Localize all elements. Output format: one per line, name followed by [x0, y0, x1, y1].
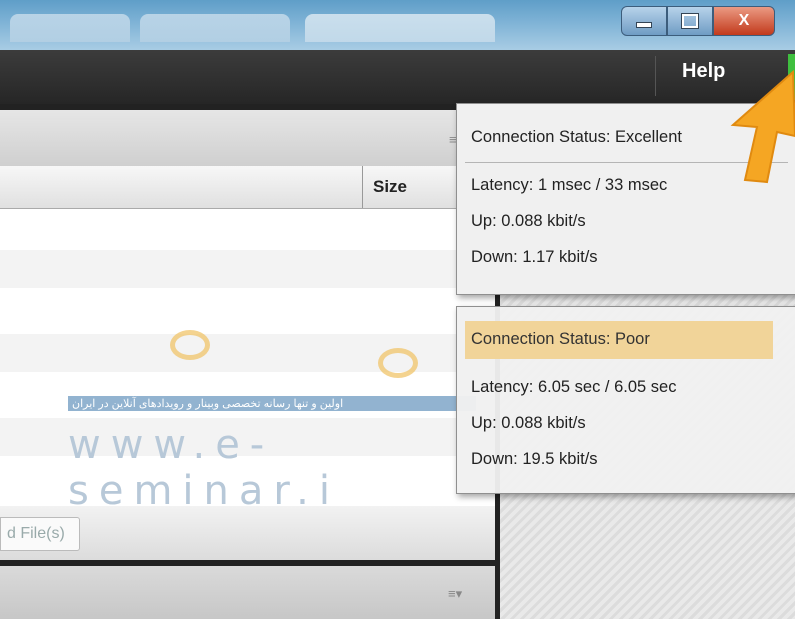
latency-value: Latency: 6.05 sec / 6.05 sec — [471, 378, 677, 396]
watermark-ring — [378, 348, 418, 378]
files-pod-header: ≡ — [0, 110, 495, 166]
maximize-button[interactable] — [667, 6, 713, 36]
close-icon: X — [738, 12, 750, 29]
minimize-button[interactable] — [621, 6, 667, 36]
column-size-header[interactable]: Size — [373, 177, 407, 197]
column-separator[interactable] — [362, 166, 363, 208]
menu-divider — [655, 56, 656, 96]
upload-rate: Up: 0.088 kbit/s — [471, 212, 586, 230]
watermark-ring — [170, 330, 210, 360]
upload-files-button[interactable]: d File(s) — [0, 517, 80, 551]
files-column-header: Size — [0, 166, 495, 209]
watermark-url: www.e-seminar.i — [68, 422, 340, 514]
help-menu[interactable]: Help — [682, 60, 725, 83]
menu-bar — [0, 50, 795, 104]
files-pod-footer: d File(s) — [0, 506, 495, 560]
next-pod-header: ≡▾ — [0, 566, 495, 619]
watermark-tagline: اولین و تنها رسانه تخصصی وبینار و رویداد… — [68, 396, 476, 411]
connection-status-title: Connection Status: Excellent — [471, 128, 682, 146]
connection-status-title: Connection Status: Poor — [471, 330, 650, 348]
close-button[interactable]: X — [713, 6, 775, 36]
menu-icon[interactable]: ≡▾ — [448, 586, 462, 602]
connection-status-tooltip-poor: Connection Status: Poor Latency: 6.05 se… — [456, 306, 795, 494]
background-tab — [140, 14, 290, 42]
arrow-icon — [730, 70, 795, 184]
background-tab — [305, 14, 495, 42]
download-rate: Down: 19.5 kbit/s — [471, 450, 598, 468]
maximize-icon — [681, 13, 699, 29]
upload-rate: Up: 0.088 kbit/s — [471, 414, 586, 432]
window-titlebar: X — [0, 0, 795, 50]
background-tab — [10, 14, 130, 42]
download-rate: Down: 1.17 kbit/s — [471, 248, 598, 266]
minimize-icon — [636, 22, 652, 28]
watermark: اولین و تنها رسانه تخصصی وبینار و رویداد… — [60, 230, 476, 514]
window-controls: X — [621, 6, 775, 36]
latency-value: Latency: 1 msec / 33 msec — [471, 176, 668, 194]
